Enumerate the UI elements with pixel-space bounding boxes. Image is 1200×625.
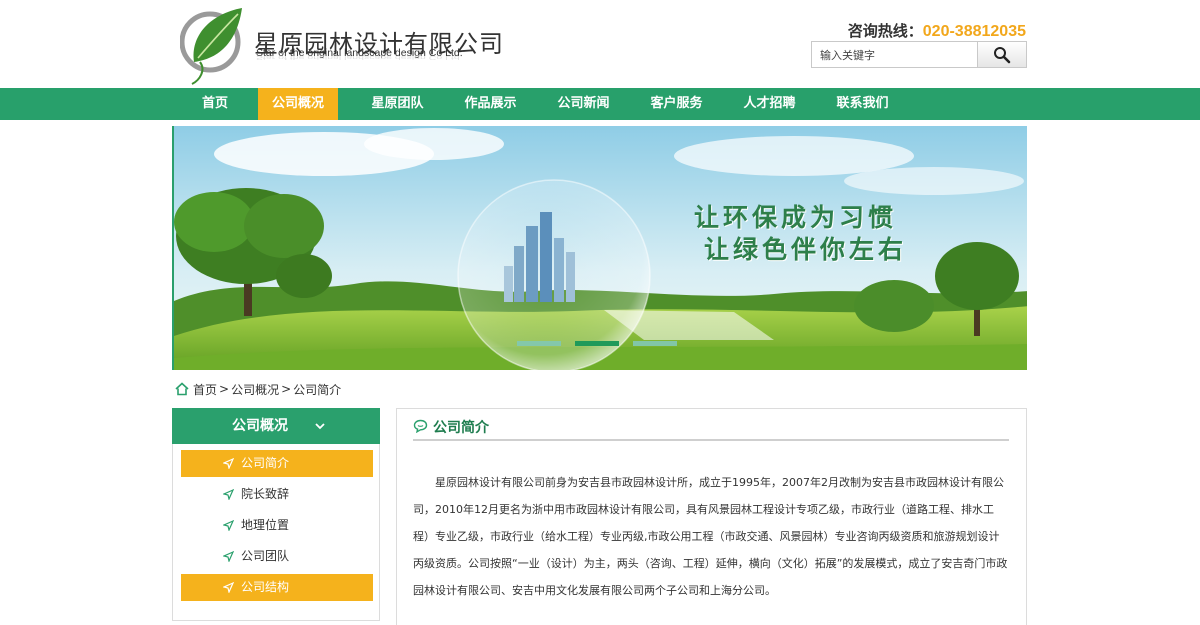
sidebar-item-label: 院长致辞 <box>241 487 290 501</box>
main-content: 公司简介 星原园林设计有限公司前身为安吉县市政园林设计所，成立于1995年，20… <box>396 408 1027 625</box>
home-icon <box>175 382 189 396</box>
section-header: 公司简介 <box>413 415 1009 441</box>
site-header: 星原园林设计有限公司 Star of the original landscap… <box>0 0 1200 88</box>
arrow-icon <box>223 458 234 469</box>
sidebar-header[interactable]: 公司概况 <box>172 408 380 444</box>
search-icon <box>994 46 1011 63</box>
arrow-icon <box>223 582 234 593</box>
chevron-down-icon <box>315 423 325 430</box>
sidebar: 公司概况 公司简介 院长致辞 地理位置 公司团队 公司结构 <box>172 408 380 621</box>
sidebar-menu: 公司简介 院长致辞 地理位置 公司团队 公司结构 <box>181 450 373 605</box>
sidebar-item-label: 公司结构 <box>241 580 290 594</box>
hotline-number: 020-38812035 <box>922 23 1026 40</box>
section-title: 公司简介 <box>433 420 489 436</box>
breadcrumb-company-overview[interactable]: 公司概况 <box>231 381 279 398</box>
banner-slogan-line1: 让环保成为习惯 <box>694 203 898 232</box>
breadcrumb-separator: > <box>281 382 292 396</box>
sidebar-item-label: 公司简介 <box>241 456 290 470</box>
slider-dot-1[interactable] <box>517 341 561 346</box>
slider-indicators <box>517 341 677 346</box>
nav-item-news[interactable]: 公司新闻 <box>537 88 630 120</box>
banner-slogan-line2: 让绿色伴你左右 <box>704 235 908 264</box>
nav-item-company-overview[interactable]: 公司概况 <box>258 88 338 120</box>
main-nav: 首页 公司概况 星原团队 作品展示 公司新闻 客户服务 人才招聘 联系我们 <box>0 88 1200 120</box>
hotline: 咨询热线：020-38812035 <box>848 20 1026 41</box>
nav-item-service[interactable]: 客户服务 <box>630 88 723 120</box>
sidebar-item-location[interactable]: 地理位置 <box>181 512 373 539</box>
arrow-icon <box>223 551 234 562</box>
arrow-icon <box>223 489 234 500</box>
sidebar-item-team[interactable]: 公司团队 <box>181 543 373 570</box>
slider-dot-2[interactable] <box>575 341 619 346</box>
breadcrumb-separator: > <box>219 382 230 396</box>
company-logo[interactable]: 星原园林设计有限公司 Star of the original landscap… <box>180 6 503 86</box>
hero-banner[interactable]: 让环保成为习惯 让绿色伴你左右 <box>172 126 1027 370</box>
slider-dot-3[interactable] <box>633 341 677 346</box>
sidebar-item-company-intro[interactable]: 公司简介 <box>181 450 373 477</box>
leaf-logo-icon <box>180 8 242 85</box>
sidebar-item-label: 公司团队 <box>241 549 290 563</box>
arrow-icon <box>223 520 234 531</box>
nav-item-jobs[interactable]: 人才招聘 <box>723 88 816 120</box>
nav-item-home[interactable]: 首页 <box>172 88 258 120</box>
search-box <box>811 41 1027 68</box>
nav-item-contact[interactable]: 联系我们 <box>816 88 909 120</box>
chat-bubble-icon <box>413 419 428 433</box>
sidebar-title: 公司概况 <box>232 418 288 434</box>
search-button[interactable] <box>977 41 1027 68</box>
nav-item-works[interactable]: 作品展示 <box>444 88 537 120</box>
breadcrumb-home[interactable]: 首页 <box>193 381 217 398</box>
breadcrumb-company-intro[interactable]: 公司简介 <box>293 381 341 398</box>
company-intro-text: 星原园林设计有限公司前身为安吉县市政园林设计所，成立于1995年，2007年2月… <box>413 476 1008 597</box>
hotline-label: 咨询热线： <box>847 22 923 40</box>
main-nav-items: 首页 公司概况 星原团队 作品展示 公司新闻 客户服务 人才招聘 联系我们 <box>172 88 909 120</box>
sidebar-item-president-message[interactable]: 院长致辞 <box>181 481 373 508</box>
sidebar-item-label: 地理位置 <box>241 518 290 532</box>
sidebar-item-structure[interactable]: 公司结构 <box>181 574 373 601</box>
nav-item-team[interactable]: 星原团队 <box>351 88 444 120</box>
breadcrumb: 首页 > 公司概况 > 公司简介 <box>175 380 341 398</box>
company-name-en-reflection: Star of the original landscape design Co… <box>256 54 463 61</box>
search-input[interactable] <box>811 41 978 68</box>
